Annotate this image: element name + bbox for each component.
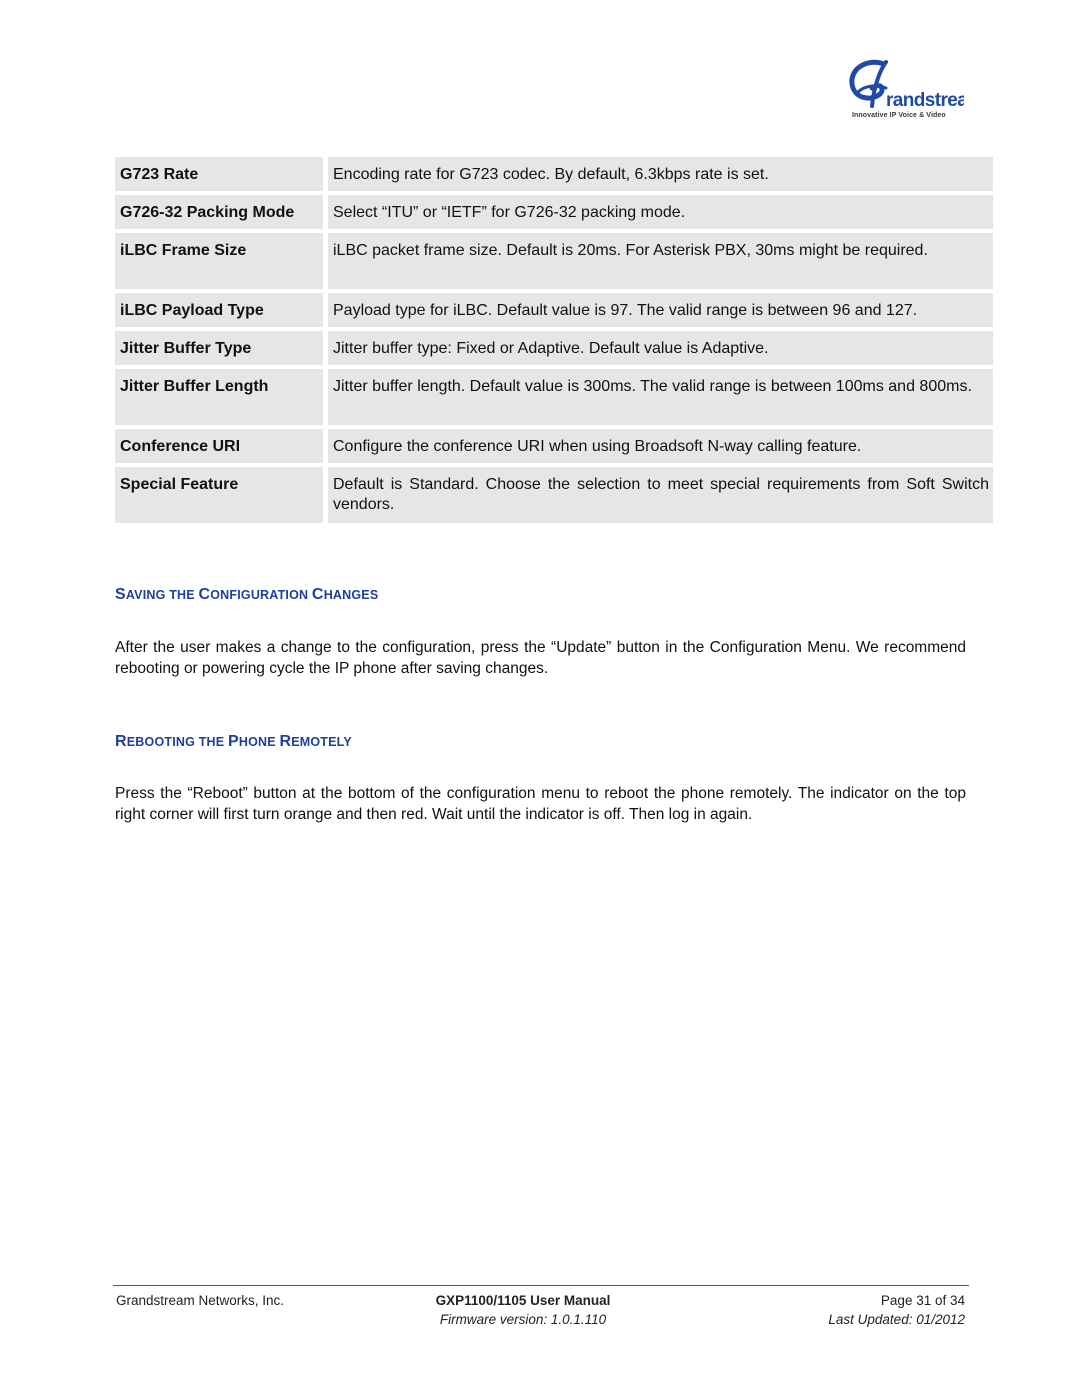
heading-part: AVING THE bbox=[125, 588, 199, 602]
firmware-version: Firmware version: 1.0.1.110 bbox=[439, 1312, 607, 1327]
table-row: Jitter Buffer Type Jitter buffer type: F… bbox=[115, 331, 993, 365]
heading-part: HONE bbox=[238, 735, 280, 749]
heading-part: R bbox=[279, 733, 292, 750]
logo-tagline: Innovative IP Voice & Video bbox=[852, 112, 946, 119]
saving-changes-paragraph: After the user makes a change to the con… bbox=[115, 639, 966, 677]
table-row: iLBC Payload Type Payload type for iLBC.… bbox=[115, 293, 993, 327]
heading-part: C bbox=[198, 586, 211, 603]
heading-part: S bbox=[115, 586, 126, 603]
footer-company: Grandstream Networks, Inc. bbox=[116, 1291, 284, 1310]
parameter-description: Default is Standard. Choose the selectio… bbox=[328, 467, 993, 523]
heading-part: HANGES bbox=[323, 588, 379, 602]
parameter-description: Jitter buffer type: Fixed or Adaptive. D… bbox=[328, 331, 993, 365]
footer-right: Page 31 of 34 Last Updated: 01/2012 bbox=[760, 1291, 965, 1329]
heading-part: EBOOTING THE bbox=[126, 735, 228, 749]
parameter-name: iLBC Payload Type bbox=[115, 293, 323, 327]
page-number: Page 31 of 34 bbox=[880, 1293, 965, 1308]
section-heading-rebooting: REBOOTING THE PHONE REMOTELY bbox=[115, 733, 352, 751]
table-row: Special Feature Default is Standard. Cho… bbox=[115, 467, 993, 523]
parameter-description: Encoding rate for G723 codec. By default… bbox=[328, 157, 993, 191]
grandstream-logo-icon: randstream bbox=[849, 59, 964, 111]
parameter-table: G723 Rate Encoding rate for G723 codec. … bbox=[115, 157, 993, 527]
parameter-name: Special Feature bbox=[115, 467, 323, 523]
footer-center: GXP1100/1105 User Manual Firmware versio… bbox=[418, 1291, 628, 1329]
parameter-name: Jitter Buffer Type bbox=[115, 331, 323, 365]
section-heading-saving-changes: SAVING THE CONFIGURATION CHANGES bbox=[115, 586, 378, 604]
heading-part: R bbox=[115, 733, 127, 750]
parameter-description: Select “ITU” or “IETF” for G726-32 packi… bbox=[328, 195, 993, 229]
heading-part: P bbox=[227, 733, 239, 750]
parameter-name: G726-32 Packing Mode bbox=[115, 195, 323, 229]
svg-text:randstream: randstream bbox=[886, 90, 964, 111]
heading-part: C bbox=[311, 586, 324, 603]
parameter-name: Jitter Buffer Length bbox=[115, 369, 323, 425]
table-row: Conference URI Configure the conference … bbox=[115, 429, 993, 463]
company-name: Grandstream Networks, Inc. bbox=[116, 1293, 285, 1308]
rebooting-paragraph: Press the “Reboot” button at the bottom … bbox=[115, 785, 966, 823]
heading-part: ONFIGURATION bbox=[210, 588, 312, 602]
parameter-description: Configure the conference URI when using … bbox=[328, 429, 993, 463]
table-row: G726-32 Packing Mode Select “ITU” or “IE… bbox=[115, 195, 993, 229]
manual-title: GXP1100/1105 User Manual bbox=[435, 1293, 611, 1308]
parameter-description: iLBC packet frame size. Default is 20ms.… bbox=[328, 233, 993, 289]
table-row: Jitter Buffer Length Jitter buffer lengt… bbox=[115, 369, 993, 425]
parameter-name: Conference URI bbox=[115, 429, 323, 463]
parameter-description: Jitter buffer length. Default value is 3… bbox=[328, 369, 993, 425]
heading-part: EMOTELY bbox=[291, 735, 352, 749]
table-row: G723 Rate Encoding rate for G723 codec. … bbox=[115, 157, 993, 191]
table-row: iLBC Frame Size iLBC packet frame size. … bbox=[115, 233, 993, 289]
last-updated: Last Updated: 01/2012 bbox=[828, 1312, 965, 1327]
parameter-description: Payload type for iLBC. Default value is … bbox=[328, 293, 993, 327]
parameter-name: G723 Rate bbox=[115, 157, 323, 191]
footer-divider bbox=[113, 1285, 969, 1286]
parameter-name: iLBC Frame Size bbox=[115, 233, 323, 289]
